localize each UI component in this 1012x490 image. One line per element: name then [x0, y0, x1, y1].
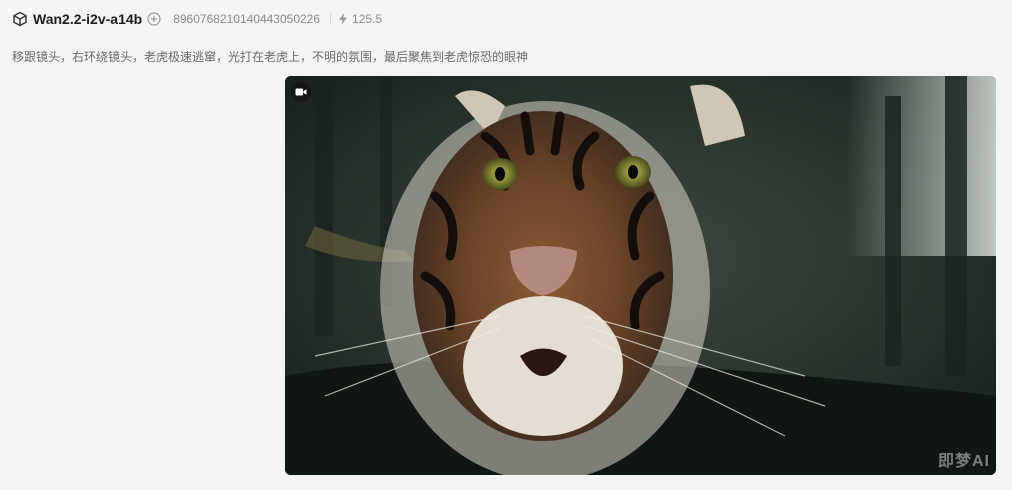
- model-name: Wan2.2-i2v-a14b: [33, 11, 143, 27]
- generation-header: Wan2.2-i2v-a14b 8960768210140443050226 1…: [12, 9, 382, 29]
- plus-circle-icon[interactable]: [147, 12, 161, 26]
- divider: [330, 13, 332, 25]
- lightning-icon: [338, 13, 348, 25]
- seed-value: 8960768210140443050226: [173, 12, 321, 26]
- tiger-video-frame: [285, 76, 996, 475]
- video-player[interactable]: 即梦AI: [285, 76, 996, 475]
- watermark: 即梦AI: [937, 453, 990, 470]
- credit-cost: 125.5: [352, 12, 383, 26]
- cube-icon: [12, 11, 28, 27]
- video-camera-icon: [291, 82, 311, 102]
- prompt-text: 移跟镜头，右环绕镜头，老虎极速逃窜，光打在老虎上，不明的氛围，最后聚焦到老虎惊恐…: [12, 50, 529, 64]
